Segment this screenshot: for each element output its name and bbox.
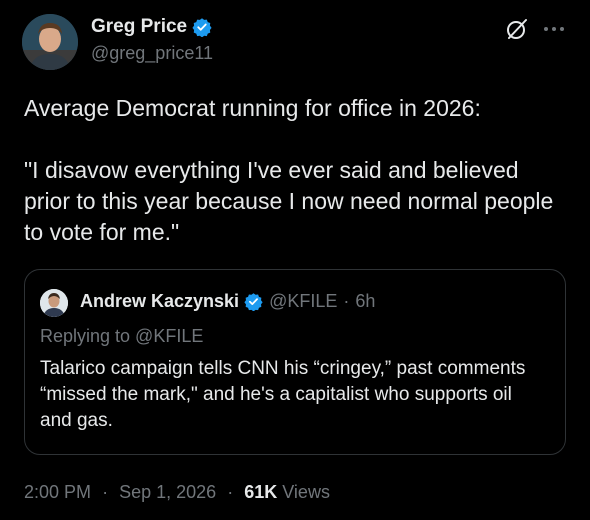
quoted-separator: · <box>343 291 350 311</box>
quoted-header: Andrew Kaczynski @KFILE · 6h <box>80 291 375 312</box>
tweet-text: Average Democrat running for office in 2… <box>24 93 569 248</box>
quoted-author-avatar[interactable] <box>40 289 68 317</box>
tweet-date[interactable]: Sep 1, 2026 <box>119 482 216 502</box>
views-label: Views <box>282 482 330 502</box>
verified-badge-icon <box>192 17 212 38</box>
tweet: Greg Price @greg_price11 Average Democra… <box>0 0 590 520</box>
author-handle[interactable]: @greg_price11 <box>91 43 213 64</box>
more-options-icon[interactable] <box>541 18 567 40</box>
quoted-replying-to[interactable]: Replying to @KFILE <box>40 326 203 347</box>
verified-badge-icon <box>244 292 263 312</box>
quoted-timestamp[interactable]: 6h <box>355 291 375 312</box>
meta-separator: · <box>102 482 109 502</box>
grok-icon[interactable] <box>505 17 529 41</box>
quoted-text: Talarico campaign tells CNN his “cringey… <box>40 358 526 431</box>
tweet-metadata: 2:00 PM · Sep 1, 2026 · 61K Views <box>24 482 330 503</box>
meta-separator: · <box>227 482 234 502</box>
quoted-tweet[interactable]: Andrew Kaczynski @KFILE · 6h Replying to… <box>24 269 566 455</box>
quoted-display-name[interactable]: Andrew Kaczynski <box>80 291 239 312</box>
author-name-row[interactable]: Greg Price <box>91 16 212 38</box>
author-avatar[interactable] <box>22 14 78 70</box>
tweet-text-line1: Average Democrat running for office in 2… <box>24 95 481 121</box>
quoted-handle[interactable]: @KFILE <box>269 291 337 312</box>
tweet-time[interactable]: 2:00 PM <box>24 482 91 502</box>
author-display-name[interactable]: Greg Price <box>91 16 187 38</box>
tweet-text-line2: "I disavow everything I've ever said and… <box>24 157 554 245</box>
views-count[interactable]: 61K <box>244 482 277 502</box>
